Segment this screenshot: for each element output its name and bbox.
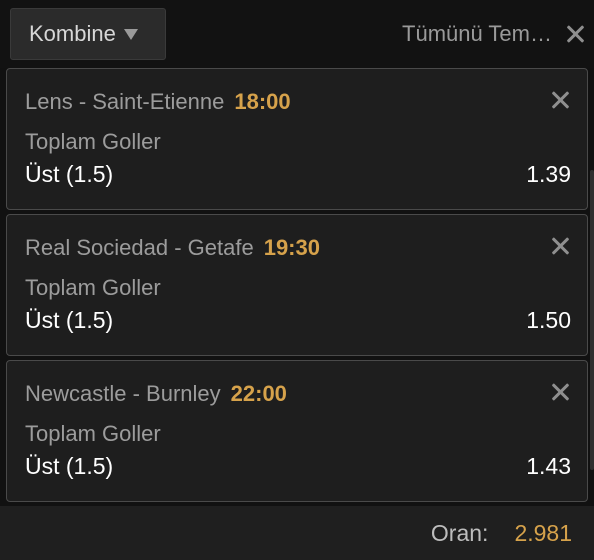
remove-bet-icon[interactable] xyxy=(551,237,569,255)
close-icon[interactable] xyxy=(566,25,584,43)
total-odds-value: 2.981 xyxy=(514,519,572,546)
selection-odd: 1.39 xyxy=(526,161,571,187)
selection-name: Üst (1.5) xyxy=(25,453,114,479)
clear-all-label: Tümünü Tem… xyxy=(402,21,552,46)
match-name: Real Sociedad - Getafe xyxy=(25,235,254,260)
market-name: Toplam Goller xyxy=(25,275,161,300)
remove-bet-icon[interactable] xyxy=(551,383,569,401)
match-name: Newcastle - Burnley xyxy=(25,381,221,406)
match-time: 22:00 xyxy=(230,381,287,406)
betslip-footer: Oran: 2.981 xyxy=(0,506,594,560)
match-info: Real Sociedad - Getafe 19:30 xyxy=(25,235,320,261)
match-time: 19:30 xyxy=(263,235,320,260)
match-time: 18:00 xyxy=(234,89,291,114)
bet-card: Lens - Saint-Etienne 18:00 Toplam Goller … xyxy=(6,68,588,210)
bet-card: Real Sociedad - Getafe 19:30 Toplam Golle… xyxy=(6,214,588,356)
clear-all-button[interactable]: Tümünü Tem… xyxy=(402,14,584,54)
total-odds-label: Oran: xyxy=(430,519,489,546)
caret-down-icon xyxy=(123,28,138,40)
bet-type-label: Kombine xyxy=(29,21,116,46)
selection-name: Üst (1.5) xyxy=(25,161,114,187)
market-name: Toplam Goller xyxy=(25,129,161,154)
match-info: Lens - Saint-Etienne 18:00 xyxy=(25,89,291,115)
selection-name: Üst (1.5) xyxy=(25,307,114,333)
match-info: Newcastle - Burnley 22:00 xyxy=(25,381,287,407)
selection-odd: 1.50 xyxy=(526,307,571,333)
betslip-header: Kombine Tümünü Tem… xyxy=(0,0,594,68)
market-name: Toplam Goller xyxy=(25,421,161,446)
remove-bet-icon[interactable] xyxy=(551,91,569,109)
match-name: Lens - Saint-Etienne xyxy=(25,89,225,114)
bet-card: Newcastle - Burnley 22:00 Toplam Goller Ü… xyxy=(6,360,588,502)
selection-odd: 1.43 xyxy=(526,453,571,479)
scrollbar[interactable] xyxy=(590,170,594,470)
bet-type-dropdown[interactable]: Kombine xyxy=(10,8,166,60)
